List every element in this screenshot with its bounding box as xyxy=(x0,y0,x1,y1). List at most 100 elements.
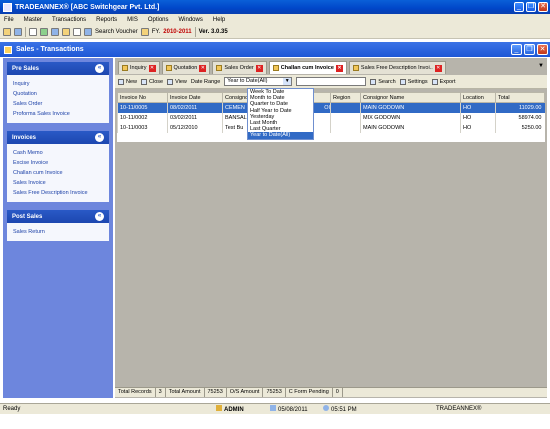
sidebar-item-sales-invoice[interactable]: Sales Invoice xyxy=(13,178,103,188)
table-row[interactable]: 10-11/0005 08/02/2011 CEMEN OI MAIN GODO… xyxy=(117,102,545,113)
mdi-close-button[interactable]: ✕ xyxy=(537,44,548,55)
toolbar-separator xyxy=(194,27,196,37)
collapse-icon[interactable]: « xyxy=(95,212,104,221)
search-voucher-button[interactable]: Search Voucher xyxy=(95,29,138,35)
restore-button[interactable]: ❐ xyxy=(526,2,536,12)
date-range-select[interactable]: Year to Date(All) ▼ xyxy=(224,77,293,86)
sidebar-item-inquiry[interactable]: Inquiry xyxy=(13,79,103,89)
title-bar: TRADEANNEX® [ABC Switchgear Pvt. Ltd.] xyxy=(0,0,550,14)
main-area: Inquiry ✕ Quotation ✕ Sales Order ✕ Chal… xyxy=(115,58,547,398)
mdi-title: Sales - Transactions xyxy=(16,46,84,53)
cell-location: HO xyxy=(460,102,496,113)
close-button[interactable]: ✕ xyxy=(538,2,548,12)
cell-location: HO xyxy=(460,122,496,133)
calendar-icon[interactable] xyxy=(51,28,59,36)
menu-file[interactable]: File xyxy=(4,17,14,23)
new-button[interactable]: New xyxy=(118,78,137,85)
tab-sales-free-description-invoice[interactable]: Sales Free Description Invoi.. ✕ xyxy=(348,61,446,74)
sidebar-item-sales-free-description-invoice[interactable]: Sales Free Description Invoice xyxy=(13,188,103,198)
collapse-icon[interactable]: « xyxy=(95,64,104,73)
grid-icon[interactable] xyxy=(29,28,37,36)
col-consignor-name[interactable]: Consignor Name xyxy=(360,92,461,103)
view-button[interactable]: View xyxy=(167,78,187,85)
sidebar-item-sales-return[interactable]: Sales Return xyxy=(13,227,103,237)
fy-value: 2010-2011 xyxy=(163,29,192,35)
mdi-restore-button[interactable]: ❐ xyxy=(524,44,535,55)
document-icon xyxy=(216,65,223,71)
chevron-down-icon[interactable]: ▼ xyxy=(283,78,292,85)
document-icon xyxy=(122,65,128,71)
mdi-minimize-button[interactable]: _ xyxy=(511,44,522,55)
export-button[interactable]: Export xyxy=(431,78,455,85)
menu-windows[interactable]: Windows xyxy=(179,17,203,23)
new-icon xyxy=(118,78,124,85)
menu-transactions[interactable]: Transactions xyxy=(52,17,86,23)
os-amount-value: 75253 xyxy=(263,388,286,397)
tab-sales-order[interactable]: Sales Order ✕ xyxy=(212,61,267,74)
sidebar-item-sales-order[interactable]: Sales Order xyxy=(13,99,103,109)
sidebar-item-cash-memo[interactable]: Cash Memo xyxy=(13,148,103,158)
post-sales-panel: Post Sales « Sales Return xyxy=(7,210,109,241)
close-grid-button[interactable]: Close xyxy=(141,78,163,85)
calculator-icon[interactable] xyxy=(40,28,48,36)
table-row[interactable]: 10-11/0003 05/12/2010 Test Bu MAIN GODOW… xyxy=(117,122,545,133)
tab-close-icon[interactable]: ✕ xyxy=(199,64,207,72)
col-invoice-no[interactable]: Invoice No xyxy=(117,92,168,103)
tab-list-dropdown-icon[interactable]: ▼ xyxy=(538,63,544,69)
cell-region xyxy=(330,102,361,113)
total-records-value: 3 xyxy=(156,388,166,397)
grid-toolbar: New Close View Date Range Year to Date(A… xyxy=(115,75,547,89)
search-voucher-icon[interactable] xyxy=(84,28,92,36)
note-icon[interactable] xyxy=(62,28,70,36)
date-range-value: Year to Date(All) xyxy=(227,78,268,84)
col-region[interactable]: Region xyxy=(330,92,361,103)
sidebar-item-proforma-sales-invoice[interactable]: Proforma Sales Invoice xyxy=(13,109,103,119)
search-button[interactable]: Search xyxy=(370,78,396,85)
pre-sales-header[interactable]: Pre Sales « xyxy=(7,62,109,75)
col-location[interactable]: Location xyxy=(460,92,496,103)
col-invoice-date[interactable]: Invoice Date xyxy=(167,92,223,103)
tab-close-icon[interactable]: ✕ xyxy=(335,64,343,72)
cell-region xyxy=(330,112,361,123)
menu-master[interactable]: Master xyxy=(24,17,42,23)
c-form-label: C Form Pending xyxy=(286,388,333,397)
collapse-icon[interactable]: « xyxy=(95,133,104,142)
menu-help[interactable]: Help xyxy=(213,17,225,23)
pre-sales-title: Pre Sales xyxy=(12,65,40,72)
option-year-to-date-all[interactable]: Year to Date(All) xyxy=(248,132,313,139)
folder-icon[interactable] xyxy=(3,28,11,36)
sidebar-item-quotation[interactable]: Quotation xyxy=(13,89,103,99)
tab-close-icon[interactable]: ✕ xyxy=(434,64,442,72)
tab-close-icon[interactable]: ✕ xyxy=(255,64,263,72)
tab-close-icon[interactable]: ✕ xyxy=(148,64,156,72)
invoices-header[interactable]: Invoices « xyxy=(7,131,109,144)
post-sales-header[interactable]: Post Sales « xyxy=(7,210,109,223)
settings-button[interactable]: Settings xyxy=(399,78,428,85)
tab-quotation[interactable]: Quotation ✕ xyxy=(161,61,211,74)
menu-reports[interactable]: Reports xyxy=(96,17,117,23)
settings-label: Settings xyxy=(407,78,428,85)
tab-label: Sales Free Description Invoi.. xyxy=(360,65,433,71)
menu-options[interactable]: Options xyxy=(148,17,169,23)
col-total[interactable]: Total xyxy=(495,92,545,103)
help-icon[interactable] xyxy=(73,28,81,36)
grid-footer: Total Records 3 Total Amount 75253 O/S A… xyxy=(115,387,547,397)
menu-mis[interactable]: MIS xyxy=(127,17,138,23)
cell-consignor-name: MIX GODOWN xyxy=(360,112,461,123)
refresh-icon[interactable] xyxy=(14,28,22,36)
tab-challan-cum-invoice[interactable]: Challan cum Invoice ✕ xyxy=(268,61,347,74)
search-input[interactable] xyxy=(296,77,367,86)
toolbar-separator xyxy=(25,27,26,37)
calendar-icon xyxy=(270,405,276,411)
minimize-button[interactable]: _ xyxy=(514,2,524,12)
window-title: TRADEANNEX® [ABC Switchgear Pvt. Ltd.] xyxy=(15,3,160,11)
sidebar-item-excise-invoice[interactable]: Excise Invoice xyxy=(13,158,103,168)
cell-consignor-name: MAIN GODOWN xyxy=(360,122,461,133)
sidebar-item-challan-cum-invoice[interactable]: Challan cum Invoice xyxy=(13,168,103,178)
cell-consignor-name: MAIN GODOWN xyxy=(360,102,461,113)
clock-icon xyxy=(323,405,329,411)
tab-label: Sales Order xyxy=(224,65,254,71)
table-row[interactable]: 10-11/0002 03/02/2011 BANSAL MIX GODOWN … xyxy=(117,112,545,123)
tab-inquiry[interactable]: Inquiry ✕ xyxy=(118,61,160,74)
date-range-dropdown: Week To Date Month to Date Quarter to Da… xyxy=(247,88,314,140)
